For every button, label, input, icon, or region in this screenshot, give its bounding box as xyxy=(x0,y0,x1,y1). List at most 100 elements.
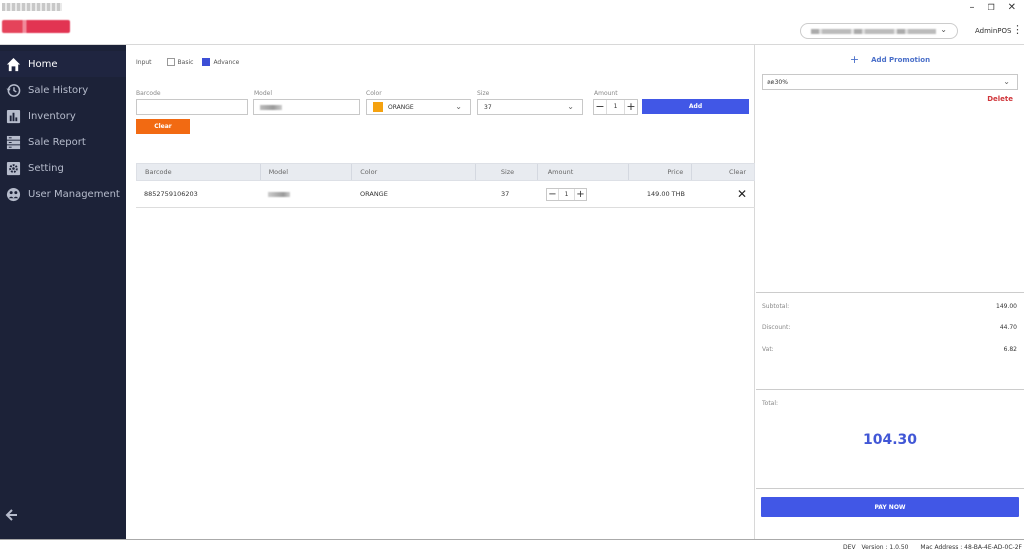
vat-value: 6.82 xyxy=(1003,346,1017,353)
mac-address-label: Mac Address : 48-BA-4E-AD-0C-2F xyxy=(920,544,1022,551)
column-header-amount: Amount xyxy=(538,164,630,180)
size-select[interactable]: 37 ⌄ xyxy=(477,99,583,115)
table-header: Barcode Model Color Size Amount Price Cl… xyxy=(136,163,755,181)
column-header-color: Color xyxy=(352,164,476,180)
increment-button[interactable]: + xyxy=(625,100,637,114)
summary-box: Subtotal: 149.00 Discount: 44.70 Vat: 6.… xyxy=(756,292,1024,390)
users-icon xyxy=(5,186,21,202)
sidebar-item-user-management[interactable]: User Management xyxy=(0,181,126,207)
env-label: DEV xyxy=(843,544,856,551)
column-header-price: Price xyxy=(629,164,693,180)
chevron-down-icon: ⌄ xyxy=(455,102,462,111)
promotion-value: ลด30% xyxy=(767,79,788,86)
cell-barcode: 8852759106203 xyxy=(144,190,198,198)
add-promotion-label: Add Promotion xyxy=(871,55,931,64)
basic-checkbox-label: Basic xyxy=(177,58,194,66)
sidebar-item-label: User Management xyxy=(28,188,120,200)
chevron-down-icon: ⌄ xyxy=(940,25,947,34)
status-bar: DEV Version : 1.0.50 Mac Address : 48-BA… xyxy=(0,539,1024,554)
total-label: Total: xyxy=(762,400,779,407)
sidebar: Home Sale History Inventory Sale Report … xyxy=(0,45,126,539)
footer-info: DEV Version : 1.0.50 Mac Address : 48-BA… xyxy=(833,544,1022,551)
window-controls: – ❐ ✕ xyxy=(969,2,1016,14)
report-list-icon xyxy=(5,134,21,150)
row-increment-button[interactable]: + xyxy=(575,189,586,200)
user-name: AdminPOS xyxy=(975,27,1012,35)
basic-checkbox[interactable]: Basic xyxy=(166,58,194,66)
cart-table: Barcode Model Color Size Amount Price Cl… xyxy=(136,163,755,208)
clear-button[interactable]: Clear xyxy=(136,119,190,134)
barcode-input[interactable] xyxy=(136,99,248,115)
vat-row: Vat: 6.82 xyxy=(762,346,1017,353)
pay-now-button[interactable]: PAY NOW xyxy=(761,497,1019,517)
promotion-select[interactable]: ลด30% ⌄ xyxy=(762,74,1018,90)
decrement-button[interactable]: − xyxy=(594,100,606,114)
minimize-button[interactable]: – xyxy=(969,2,974,14)
sidebar-item-sale-history[interactable]: Sale History xyxy=(0,77,126,103)
divider xyxy=(756,488,1024,489)
store-select[interactable]: ⌄ xyxy=(800,23,958,39)
model-input[interactable] xyxy=(253,99,360,115)
size-label: Size xyxy=(477,90,490,97)
model-value-blurred xyxy=(260,104,282,110)
sidebar-item-label: Home xyxy=(28,58,58,70)
plus-icon: + xyxy=(849,53,860,66)
total-value: 104.30 xyxy=(862,432,918,448)
chart-bar-icon xyxy=(5,108,21,124)
title-bar: – ❐ ✕ ⌄ AdminPOS ⋮ xyxy=(0,0,1024,45)
sidebar-item-home[interactable]: Home xyxy=(0,51,126,77)
discount-value: 44.70 xyxy=(999,324,1017,331)
column-header-model: Model xyxy=(261,164,353,180)
advance-checkbox-box[interactable] xyxy=(202,58,211,66)
advance-checkbox-label: Advance xyxy=(213,58,240,66)
add-promotion-button[interactable]: + Add Promotion xyxy=(756,53,1024,66)
model-value-blurred xyxy=(268,191,290,197)
order-summary-panel: + Add Promotion ลด30% ⌄ Delete Subtotal:… xyxy=(756,45,1024,539)
advance-checkbox[interactable]: Advance xyxy=(202,58,239,66)
store-select-value-blurred xyxy=(811,29,936,34)
cell-clear: ✕ xyxy=(693,181,755,207)
chevron-down-icon: ⌄ xyxy=(567,102,574,111)
sidebar-item-label: Inventory xyxy=(28,110,76,122)
row-amount-value[interactable]: 1 xyxy=(558,188,575,200)
sidebar-item-label: Sale History xyxy=(28,84,89,96)
cell-price: 149.00 THB xyxy=(646,190,685,198)
restore-button[interactable]: ❐ xyxy=(987,2,994,14)
barcode-label: Barcode xyxy=(136,90,161,97)
kebab-menu-icon[interactable]: ⋮ xyxy=(1012,24,1023,36)
app-title-blurred xyxy=(2,3,62,11)
history-icon xyxy=(5,82,21,98)
amount-stepper: − 1 + xyxy=(593,99,638,115)
subtotal-row: Subtotal: 149.00 xyxy=(762,303,1017,310)
arrow-left-icon[interactable] xyxy=(5,508,19,522)
model-label: Model xyxy=(254,90,273,97)
color-select[interactable]: ORANGE ⌄ xyxy=(366,99,471,115)
discount-label: Discount: xyxy=(762,324,791,331)
add-button[interactable]: Add xyxy=(642,99,749,114)
column-header-barcode: Barcode xyxy=(137,164,261,180)
color-swatch xyxy=(373,102,383,112)
column-header-size: Size xyxy=(476,164,538,180)
cell-size: 37 xyxy=(501,190,510,198)
amount-label: Amount xyxy=(594,90,618,97)
row-decrement-button[interactable]: − xyxy=(547,189,558,200)
cell-amount: − 1 + xyxy=(538,181,630,207)
sidebar-item-setting[interactable]: Setting xyxy=(0,155,126,181)
table-row: 8852759106203 ORANGE 37 − 1 + 149.00 THB… xyxy=(136,181,755,208)
amount-value[interactable]: 1 xyxy=(606,100,625,114)
sidebar-item-sale-report[interactable]: Sale Report xyxy=(0,129,126,155)
chevron-down-icon: ⌄ xyxy=(1003,77,1010,86)
version-label: Version : 1.0.50 xyxy=(861,544,909,551)
input-mode: Input Basic Advance xyxy=(136,58,248,66)
main-content: Input Basic Advance Barcode Model Color … xyxy=(126,45,755,539)
remove-row-icon[interactable]: ✕ xyxy=(737,187,747,201)
close-button[interactable]: ✕ xyxy=(1008,2,1016,14)
size-value: 37 xyxy=(484,103,492,111)
sidebar-item-inventory[interactable]: Inventory xyxy=(0,103,126,129)
home-icon xyxy=(5,56,21,72)
delete-promotion-button[interactable]: Delete xyxy=(987,95,1013,103)
input-mode-label: Input xyxy=(136,58,152,66)
basic-checkbox-box[interactable] xyxy=(166,58,175,66)
gear-icon xyxy=(5,160,21,176)
sidebar-item-label: Setting xyxy=(28,162,64,174)
